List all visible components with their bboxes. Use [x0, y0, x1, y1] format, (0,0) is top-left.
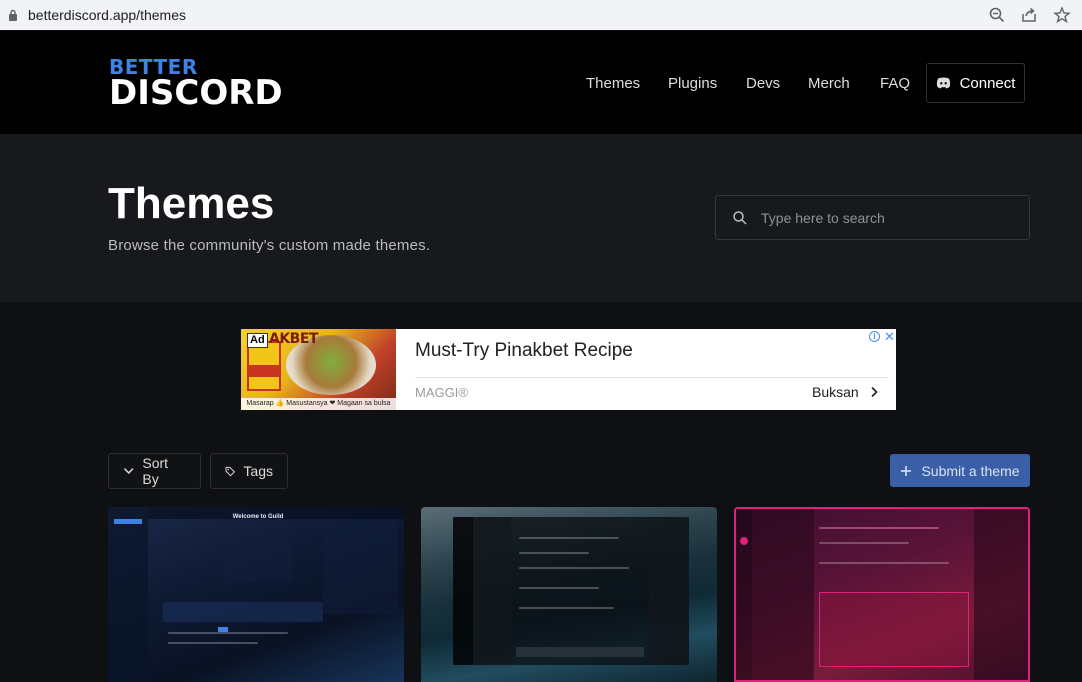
- hero-section: Themes Browse the community's custom mad…: [0, 134, 1082, 302]
- card-preview-channels: [473, 517, 511, 665]
- tag-icon: [225, 466, 236, 476]
- zoom-icon[interactable]: [988, 6, 1006, 24]
- nav-faq[interactable]: FAQ: [880, 75, 910, 92]
- connect-label: Connect: [959, 74, 1016, 92]
- ad-banner[interactable]: AKBET Ad Masarap 👍 Masustansya ❤ Magaan …: [241, 329, 896, 410]
- nav-merch[interactable]: Merch: [808, 75, 850, 92]
- card-preview-accent: [218, 627, 228, 632]
- chevron-down-icon: [123, 468, 134, 474]
- submit-theme-label: Submit a theme: [921, 462, 1020, 479]
- sort-by-label: Sort By: [142, 455, 169, 487]
- main-content: AKBET Ad Masarap 👍 Masustansya ❤ Magaan …: [0, 302, 1082, 682]
- search-box[interactable]: [715, 195, 1030, 240]
- site-header: BETTER DISCORD Themes Plugins Devs Merch…: [0, 31, 1082, 134]
- page-title: Themes: [108, 179, 275, 228]
- ad-open-label: Buksan: [812, 384, 859, 400]
- ad-image[interactable]: AKBET Ad Masarap 👍 Masustansya ❤ Magaan …: [241, 329, 396, 410]
- nav-plugins[interactable]: Plugins: [668, 75, 717, 92]
- ad-headline[interactable]: Must-Try Pinakbet Recipe: [415, 340, 633, 362]
- bookmark-star-icon[interactable]: [1053, 6, 1071, 24]
- ad-brand-word: AKBET: [269, 331, 318, 347]
- betterdiscord-logo[interactable]: BETTER DISCORD: [109, 57, 283, 113]
- ad-divider: [415, 377, 889, 378]
- ad-advertiser: MAGGI®: [415, 385, 468, 400]
- tags-button[interactable]: Tags: [210, 453, 288, 489]
- discord-icon: [936, 77, 950, 89]
- card-preview-accent: [740, 537, 748, 545]
- card-preview-servers: [736, 509, 752, 680]
- search-icon: [733, 211, 747, 225]
- plus-icon: [901, 465, 912, 476]
- card-preview-members: [649, 517, 689, 665]
- ad-open-button[interactable]: Buksan: [812, 384, 879, 400]
- card-preview-sidebar: [108, 507, 148, 682]
- browser-address-bar[interactable]: betterdiscord.app/themes: [0, 0, 1082, 30]
- url-text[interactable]: betterdiscord.app/themes: [28, 7, 186, 23]
- ad-info-icon[interactable]: i: [869, 331, 880, 342]
- lock-icon: [9, 9, 17, 21]
- card-preview-servers: [453, 517, 473, 665]
- share-icon[interactable]: [1020, 6, 1038, 24]
- card-preview-panel: [223, 537, 293, 582]
- ad-close-icon[interactable]: ✕: [884, 329, 895, 345]
- card-preview-channels: [752, 509, 814, 680]
- theme-card[interactable]: [421, 507, 717, 682]
- card-preview-accent: [114, 519, 142, 524]
- card-preview-title: Welcome to Guild: [232, 514, 284, 520]
- sort-by-button[interactable]: Sort By: [108, 453, 201, 489]
- ad-product-pack: [247, 341, 281, 391]
- card-preview-input: [163, 602, 323, 622]
- card-preview-members: [323, 519, 398, 614]
- chevron-right-icon: [871, 386, 878, 398]
- card-preview-embed: [819, 592, 969, 667]
- ad-badge: Ad: [247, 333, 268, 348]
- submit-theme-button[interactable]: Submit a theme: [890, 454, 1030, 487]
- nav-devs[interactable]: Devs: [746, 75, 780, 92]
- theme-card[interactable]: Welcome to Guild: [108, 507, 404, 682]
- logo-discord-text: DISCORD: [109, 73, 283, 113]
- theme-card[interactable]: [734, 507, 1030, 682]
- nav-themes[interactable]: Themes: [586, 75, 640, 92]
- page-subtitle: Browse the community's custom made theme…: [108, 237, 431, 254]
- connect-button[interactable]: Connect: [926, 63, 1025, 103]
- ad-caption: Masarap 👍 Masustansya ❤ Magaan sa bulsa: [241, 398, 396, 410]
- search-input[interactable]: [761, 196, 1021, 239]
- card-preview-input: [516, 647, 644, 657]
- card-preview-members: [974, 509, 1028, 680]
- tags-label: Tags: [243, 463, 273, 479]
